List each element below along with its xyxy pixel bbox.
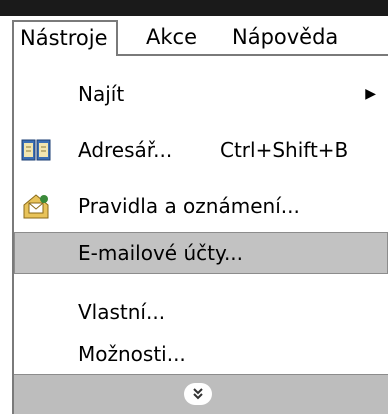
submenu-arrow-icon: ▶ bbox=[365, 86, 376, 102]
menu-item-najit[interactable]: Najít ▶ bbox=[14, 74, 388, 114]
menu-item-label: Pravidla a oznámení... bbox=[78, 194, 300, 218]
menu-item-moznosti[interactable]: Možnosti... bbox=[14, 334, 388, 374]
address-book-icon bbox=[20, 135, 52, 165]
menu-item-adresar[interactable]: Adresář... Ctrl+Shift+B bbox=[14, 130, 388, 170]
menu-bar: Nástroje Akce Nápověda bbox=[0, 16, 388, 58]
rules-icon bbox=[20, 191, 52, 221]
menu-item-label: Možnosti... bbox=[78, 342, 186, 366]
menu-item-vlastni[interactable]: Vlastní... bbox=[14, 292, 388, 332]
shortcut-label: Ctrl+Shift+B bbox=[220, 138, 349, 162]
menu-item-label: Adresář... bbox=[78, 138, 173, 162]
menu-item-pravidla[interactable]: Pravidla a oznámení... bbox=[14, 186, 388, 226]
chevron-double-down-icon[interactable] bbox=[184, 383, 212, 405]
menu-item-label: E-mailové účty... bbox=[78, 241, 244, 265]
menu-nastroje[interactable]: Nástroje bbox=[12, 20, 118, 56]
title-bar bbox=[0, 0, 388, 16]
menu-item-label: Vlastní... bbox=[78, 300, 166, 324]
tools-dropdown-menu: Najít ▶ Adresář... Ctrl+Shift+B Pravidla… bbox=[12, 54, 388, 414]
window: Nástroje Akce Nápověda Najít ▶ Adresář..… bbox=[0, 0, 388, 414]
menu-expand-bar[interactable] bbox=[14, 374, 388, 414]
menu-item-emailove-ucty[interactable]: E-mailové účty... bbox=[14, 232, 388, 274]
menu-akce[interactable]: Akce bbox=[146, 16, 197, 58]
menu-napoveda[interactable]: Nápověda bbox=[232, 16, 338, 58]
menu-item-label: Najít bbox=[78, 82, 125, 106]
